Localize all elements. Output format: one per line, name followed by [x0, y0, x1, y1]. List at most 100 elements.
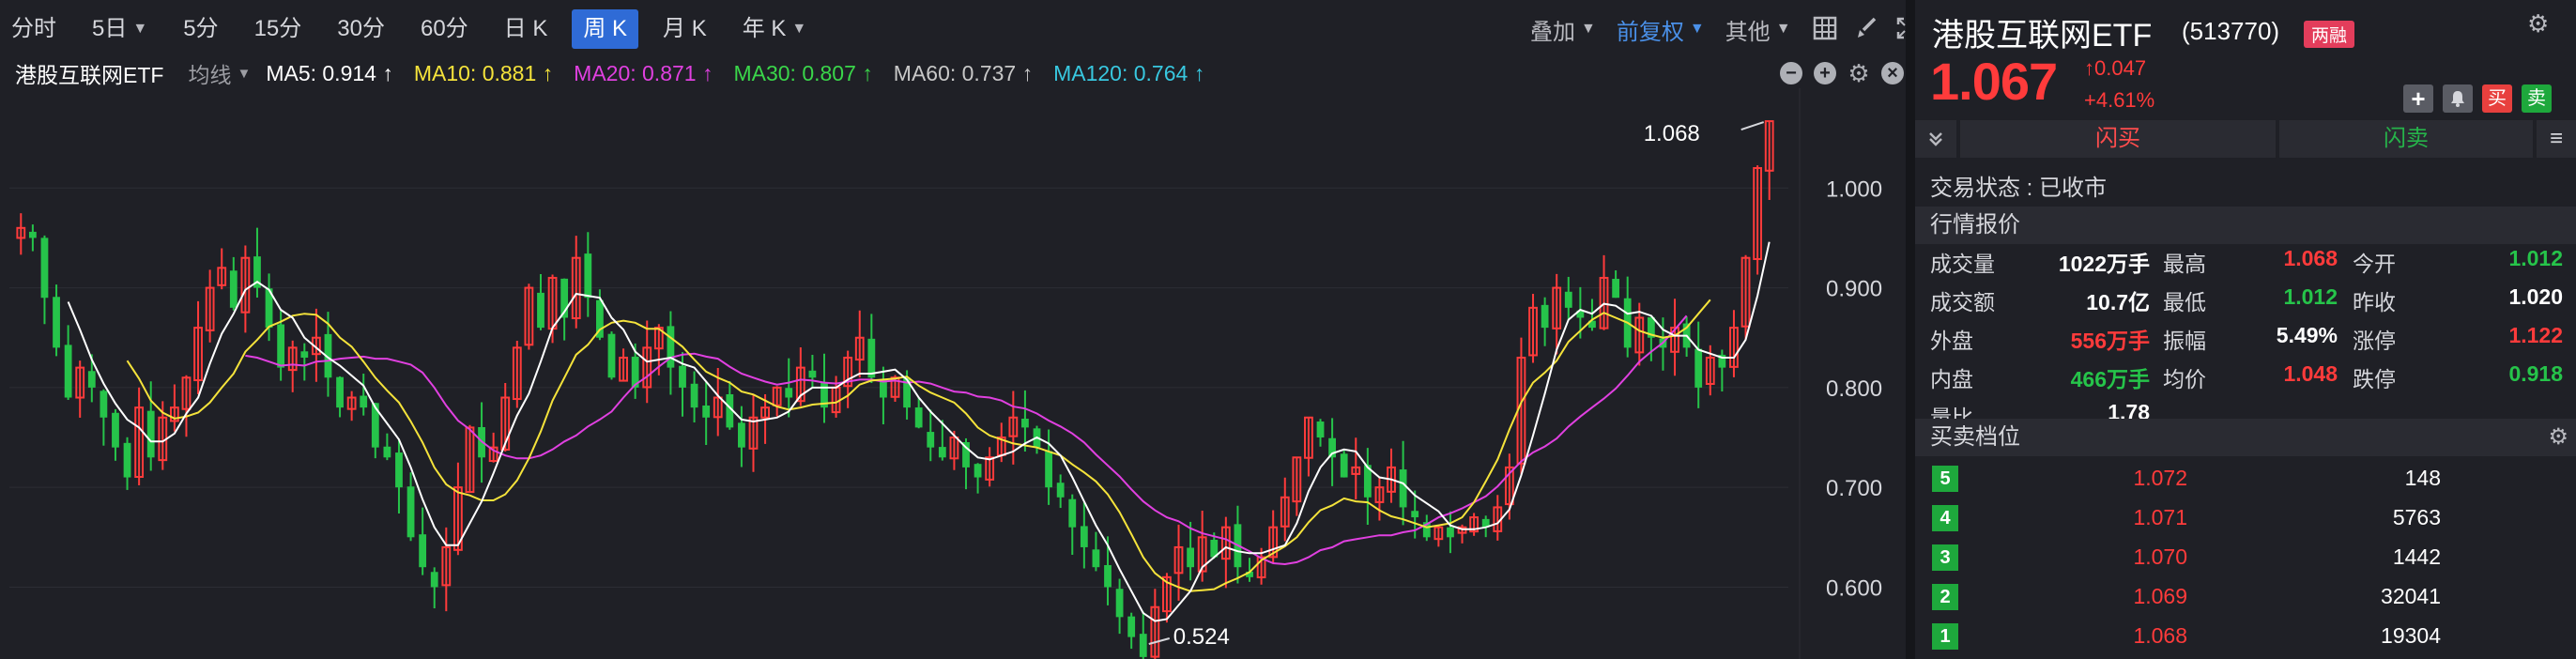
candle-body	[1411, 511, 1419, 518]
chevron-down-icon: ▼	[791, 21, 807, 37]
order-book-row[interactable]: 5 1.072 148	[1915, 458, 2576, 498]
candle-body	[406, 486, 415, 538]
quote-value: 1.048	[2283, 361, 2338, 386]
candle-body	[1021, 419, 1029, 428]
timeframe-label: 周 K	[583, 16, 628, 41]
avg-line-dropdown[interactable]: 均线 ▼	[188, 57, 251, 89]
candle-body	[1127, 616, 1136, 637]
collapse-chevron-icon[interactable]	[1915, 120, 1956, 158]
candle-body	[702, 405, 711, 418]
candle-body	[87, 371, 96, 388]
overlay-dropdown[interactable]: 叠加 ▼	[1530, 13, 1596, 46]
order-book-row[interactable]: 3 1.070 1442	[1915, 537, 2576, 576]
candle-body	[607, 333, 616, 378]
quote-value: 1.122	[2508, 323, 2563, 347]
timeframe-tab-3[interactable]: 15分	[243, 9, 314, 49]
timeframe-tab-7[interactable]: 周 K	[572, 9, 639, 49]
candle-body	[1612, 279, 1620, 299]
candle-body	[785, 388, 793, 398]
sell-button[interactable]: 卖	[2522, 84, 2552, 113]
y-tick-label: 1.000	[1826, 176, 1882, 202]
candle-body	[1104, 564, 1112, 588]
candle-body	[867, 338, 876, 378]
toolbar-right: 叠加 ▼ 前复权 ▼ 其他 ▼	[1530, 0, 1936, 58]
chevron-down-icon: ▼	[1581, 21, 1596, 37]
low-annotation: 0.524	[1173, 624, 1230, 650]
candle-body	[1694, 348, 1703, 388]
candle-body	[914, 407, 923, 428]
candle-body	[938, 447, 946, 458]
flash-sell-button[interactable]: 闪卖	[2279, 120, 2533, 158]
kline-chart[interactable]: 1.000 0.900 0.800 0.700 0.600 1.068 0.524	[0, 88, 1906, 659]
chevron-down-icon: ▼	[237, 65, 252, 82]
candle-body	[40, 238, 49, 299]
plus-circle-icon[interactable]: +	[1814, 62, 1836, 84]
section-book-title: 买卖档位	[1930, 424, 2020, 450]
order-book-row[interactable]: 1 1.068 19304	[1915, 616, 2576, 655]
candle-body	[1056, 483, 1065, 498]
quote-label: 涨停	[2353, 329, 2396, 353]
close-circle-icon[interactable]: ×	[1881, 62, 1904, 84]
book-volume: 5763	[2392, 505, 2441, 529]
price-change: ↑0.047	[2084, 56, 2147, 80]
candle-body	[64, 345, 72, 398]
timeframe-tab-4[interactable]: 30分	[326, 9, 396, 49]
candle-body	[1340, 453, 1348, 478]
quote-label: 均价	[2163, 367, 2206, 391]
alert-bell-icon[interactable]	[2443, 84, 2473, 113]
timeframe-tab-0[interactable]: 分时	[0, 9, 68, 49]
candle-body	[927, 432, 935, 448]
book-level: 3	[1932, 544, 1958, 571]
candle-body	[584, 253, 592, 299]
margin-badge: 两融	[2304, 21, 2355, 48]
panel-divider[interactable]	[1906, 0, 1915, 659]
order-book-row[interactable]: 4 1.071 5763	[1915, 498, 2576, 537]
section-quote-title: 行情报价	[1930, 212, 2020, 238]
candle-body	[1187, 547, 1194, 568]
candle-body	[383, 446, 391, 458]
quote-value: 1.012	[2508, 246, 2563, 270]
timeframe-label: 5日	[92, 16, 128, 41]
quote-label: 外盘	[1930, 329, 1973, 353]
timeframe-label: 5分	[183, 16, 219, 41]
quote-label: 振幅	[2163, 329, 2206, 353]
order-book-row[interactable]: 2 1.069 32041	[1915, 576, 2576, 616]
book-level: 5	[1932, 466, 1958, 492]
timeframe-tab-1[interactable]: 5日 ▼	[81, 9, 159, 49]
book-level: 2	[1932, 584, 1958, 610]
candle-body	[738, 422, 745, 448]
candle-body	[1080, 526, 1088, 547]
adjust-dropdown[interactable]: 前复权 ▼	[1617, 13, 1705, 46]
timeframe-tab-9[interactable]: 年 K ▼	[731, 9, 819, 49]
ma-legend-item: MA30: 0.807 ↑	[733, 60, 873, 85]
security-name: 港股互联网ETF	[1932, 18, 2153, 54]
candle-body	[360, 395, 368, 408]
timeframe-tab-2[interactable]: 5分	[172, 9, 229, 49]
candle-body	[1316, 421, 1325, 438]
book-price: 1.069	[2133, 584, 2187, 608]
gear-icon[interactable]: ⚙	[2527, 9, 2549, 38]
grid-icon[interactable]	[1812, 16, 1838, 42]
buy-button[interactable]: 买	[2482, 84, 2512, 113]
timeframe-tab-6[interactable]: 日 K	[493, 9, 560, 49]
candle-body	[808, 370, 817, 378]
high-annotation-arrow	[1740, 121, 1765, 130]
quote-label: 成交额	[1930, 290, 1995, 314]
candle-body	[300, 351, 309, 358]
brush-icon[interactable]	[1853, 16, 1879, 42]
flash-buy-button[interactable]: 闪买	[1960, 120, 2276, 158]
minus-circle-icon[interactable]: −	[1780, 62, 1802, 84]
gear-icon[interactable]: ⚙	[1848, 61, 1870, 85]
flash-trade-row: 闪买 闪卖 ≡	[1915, 120, 2576, 158]
add-watchlist-button[interactable]: +	[2403, 84, 2433, 113]
candle-body	[430, 572, 438, 588]
quote-value: 10.7亿	[2086, 290, 2150, 314]
gear-icon[interactable]: ⚙	[2548, 419, 2568, 456]
candle-body	[1447, 527, 1454, 538]
menu-icon[interactable]: ≡	[2537, 120, 2576, 158]
other-dropdown[interactable]: 其他 ▼	[1725, 13, 1791, 46]
candle-body	[1092, 549, 1100, 568]
timeframe-tab-8[interactable]: 月 K	[652, 9, 718, 49]
timeframe-tab-5[interactable]: 60分	[409, 9, 480, 49]
kline-chart-area[interactable]: 1.000 0.900 0.800 0.700 0.600 1.068 0.524	[0, 88, 1906, 659]
